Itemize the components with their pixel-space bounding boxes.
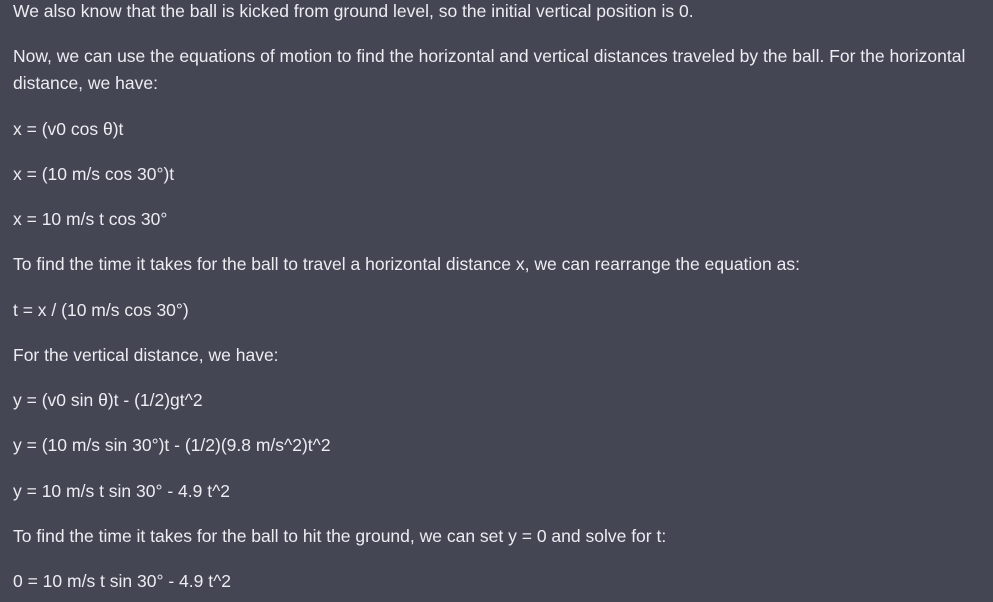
paragraph-rearrange: To find the time it takes for the ball t… xyxy=(13,254,800,274)
paragraph-initial-position: We also know that the ball is kicked fro… xyxy=(13,1,694,21)
equation-x-general: x = (v0 cos θ)t xyxy=(13,119,124,139)
paragraph-hit-ground: To find the time it takes for the ball t… xyxy=(13,526,667,546)
equation-t: t = x / (10 m/s cos 30°) xyxy=(13,300,189,320)
equation-x-simplified: x = 10 m/s t cos 30° xyxy=(13,209,168,229)
equation-x-substituted: x = (10 m/s cos 30°)t xyxy=(13,164,175,184)
paragraph-equations-of-motion: Now, we can use the equations of motion … xyxy=(13,46,966,93)
assistant-message: We also know that the ball is kicked fro… xyxy=(0,0,993,602)
paragraph-vertical-distance: For the vertical distance, we have: xyxy=(13,345,279,365)
equation-y-simplified: y = 10 m/s t sin 30° - 4.9 t^2 xyxy=(13,481,231,501)
equation-y-general: y = (v0 sin θ)t - (1/2)gt^2 xyxy=(13,390,203,410)
equation-zero: 0 = 10 m/s t sin 30° - 4.9 t^2 xyxy=(13,571,232,591)
equation-y-substituted: y = (10 m/s sin 30°)t - (1/2)(9.8 m/s^2)… xyxy=(13,435,331,455)
